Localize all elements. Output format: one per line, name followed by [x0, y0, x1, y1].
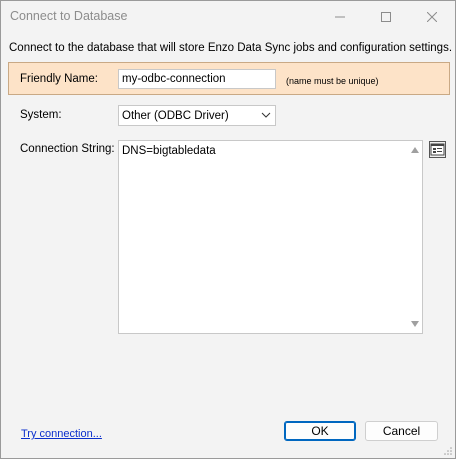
title-bar[interactable]: Connect to Database	[1, 1, 455, 33]
connection-string-label: Connection String:	[20, 143, 115, 155]
intro-text: Connect to the database that will store …	[9, 42, 453, 54]
close-button[interactable]	[409, 1, 455, 33]
close-icon	[427, 12, 437, 22]
minimize-button[interactable]	[317, 1, 363, 33]
maximize-button[interactable]	[363, 1, 409, 33]
system-label: System:	[20, 109, 62, 121]
friendly-name-label: Friendly Name:	[20, 73, 98, 85]
connection-string-scrollbar[interactable]	[408, 141, 422, 333]
system-select[interactable]: Other (ODBC Driver)	[118, 105, 276, 126]
friendly-name-input[interactable]	[118, 69, 276, 89]
friendly-name-hint: (name must be unique)	[286, 76, 379, 86]
chevron-down-icon	[261, 110, 271, 123]
connect-to-database-dialog: Connect to Database Connect to the datab…	[0, 0, 456, 459]
system-selected-value: Other (ODBC Driver)	[122, 109, 229, 122]
dialog-content: Connect to the database that will store …	[1, 33, 455, 458]
window-title: Connect to Database	[10, 9, 128, 23]
scroll-down-icon[interactable]	[411, 321, 419, 327]
resize-grip-icon[interactable]	[443, 446, 453, 456]
maximize-icon	[381, 12, 391, 22]
connection-string-input[interactable]: DNS=bigtabledata	[122, 145, 406, 329]
cancel-button[interactable]: Cancel	[365, 421, 438, 441]
connection-builder-button[interactable]	[429, 141, 446, 158]
connection-builder-icon	[430, 143, 445, 156]
scroll-up-icon[interactable]	[411, 147, 419, 153]
ok-button[interactable]: OK	[284, 421, 356, 441]
try-connection-link[interactable]: Try connection...	[21, 428, 102, 440]
connection-string-box: DNS=bigtabledata	[118, 140, 423, 334]
minimize-icon	[335, 16, 345, 18]
